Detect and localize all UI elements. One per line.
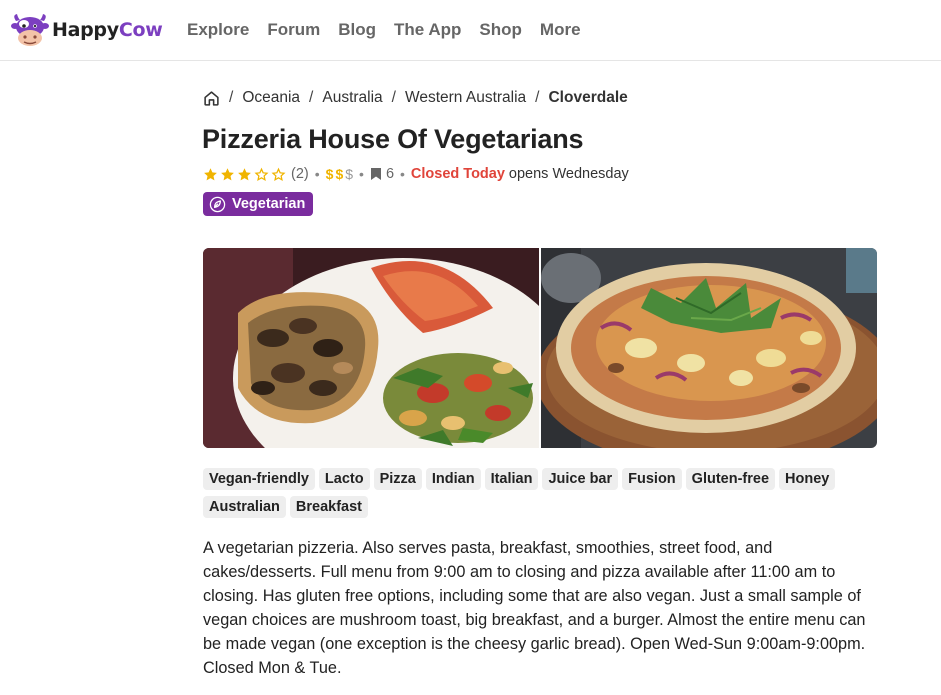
cow-logo-icon xyxy=(11,14,49,46)
nav-more[interactable]: More xyxy=(540,18,581,42)
tag-gluten-free[interactable]: Gluten-free xyxy=(685,468,776,490)
category-badge: Vegetarian xyxy=(203,192,314,216)
nav-forum[interactable]: Forum xyxy=(267,18,320,42)
price-level: $ $ $ xyxy=(326,166,353,182)
breadcrumb-australia[interactable]: Australia xyxy=(322,89,382,107)
category-badge-label: Vegetarian xyxy=(232,196,306,212)
nav-shop[interactable]: Shop xyxy=(479,18,522,42)
photo-pizza[interactable] xyxy=(541,248,877,448)
tag-juice-bar[interactable]: Juice bar xyxy=(542,468,619,490)
breadcrumb: / Oceania / Australia / Western Australi… xyxy=(203,87,628,109)
listing-meta: (2) • $ $ $ • 6 • Closed Today opens Wed… xyxy=(203,164,629,184)
price-symbol-inactive: $ xyxy=(345,166,354,182)
breadcrumb-western-australia[interactable]: Western Australia xyxy=(405,89,526,107)
star-filled-icon xyxy=(238,167,251,180)
breadcrumb-separator: / xyxy=(309,89,314,106)
next-open-day: opens Wednesday xyxy=(508,166,629,182)
star-filled-icon xyxy=(221,167,234,180)
happycow-logo[interactable]: HappyCow xyxy=(10,10,163,50)
tag-australian[interactable]: Australian xyxy=(203,496,286,518)
listing-description: A vegetarian pizzeria. Also serves pasta… xyxy=(203,539,866,677)
logo-text-happy: Happy xyxy=(52,19,119,41)
main-nav: Explore Forum Blog The App Shop More xyxy=(187,18,599,42)
tag-lacto[interactable]: Lacto xyxy=(318,468,370,490)
cuisine-tags: Vegan-friendly Lacto Pizza Indian Italia… xyxy=(203,468,877,518)
tag-vegan-friendly[interactable]: Vegan-friendly xyxy=(203,468,315,490)
nav-explore[interactable]: Explore xyxy=(187,18,249,42)
meta-separator: • xyxy=(314,166,320,182)
photo-gallery xyxy=(203,248,877,448)
nav-the-app[interactable]: The App xyxy=(394,18,461,42)
bookmark-icon xyxy=(370,168,381,180)
logo-text-cow: Cow xyxy=(118,19,163,41)
photo-breakfast-plate[interactable] xyxy=(203,248,539,448)
meta-separator: • xyxy=(400,166,405,182)
logo-text: HappyCow xyxy=(52,19,163,41)
rating-count[interactable]: (2) xyxy=(291,166,309,182)
meta-separator: • xyxy=(359,166,364,182)
home-icon[interactable] xyxy=(203,90,220,107)
star-outline-icon xyxy=(254,167,269,181)
tag-indian[interactable]: Indian xyxy=(425,468,481,490)
price-symbol: $ xyxy=(335,166,344,182)
price-symbol: $ xyxy=(325,166,334,182)
star-rating[interactable] xyxy=(203,167,286,182)
breadcrumb-separator: / xyxy=(229,89,234,106)
nav-blog[interactable]: Blog xyxy=(338,18,376,42)
breadcrumb-current: Cloverdale xyxy=(548,89,628,106)
bookmark-count[interactable]: 6 xyxy=(370,166,394,182)
tag-italian[interactable]: Italian xyxy=(484,468,539,490)
star-filled-icon xyxy=(204,167,217,180)
tag-pizza[interactable]: Pizza xyxy=(373,468,422,490)
tag-honey[interactable]: Honey xyxy=(779,468,836,490)
top-navigation-bar: HappyCow Explore Forum Blog The App Shop… xyxy=(0,0,941,61)
open-status[interactable]: Closed Today xyxy=(411,166,505,182)
leaf-icon xyxy=(209,196,226,212)
breadcrumb-separator: / xyxy=(391,89,396,106)
star-outline-icon xyxy=(271,167,286,181)
tag-breakfast[interactable]: Breakfast xyxy=(289,496,369,518)
page-title: Pizzeria House Of Vegetarians xyxy=(202,124,584,154)
bookmark-count-value: 6 xyxy=(385,166,395,182)
breadcrumb-separator: / xyxy=(535,89,540,106)
tag-fusion[interactable]: Fusion xyxy=(622,468,682,490)
breadcrumb-oceania[interactable]: Oceania xyxy=(242,89,300,107)
